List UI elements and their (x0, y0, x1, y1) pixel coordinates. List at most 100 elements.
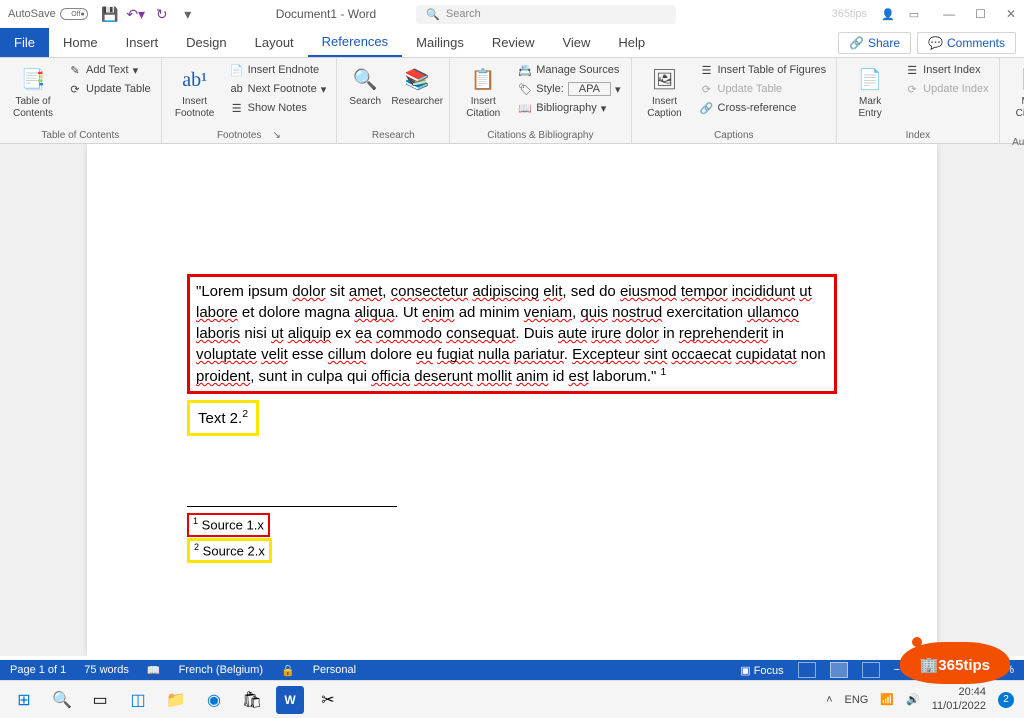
update-tof-icon: ⟳ (700, 82, 714, 96)
update-index-icon: ⟳ (905, 82, 919, 96)
page[interactable]: "Lorem ipsum dolor sit amet, consectetur… (87, 144, 937, 656)
word-icon[interactable]: W (276, 686, 304, 714)
start-icon[interactable]: ⊞ (10, 686, 38, 714)
explorer-icon[interactable]: 📁 (162, 686, 190, 714)
footnote-2[interactable]: 2 Source 2.x (187, 538, 272, 564)
tab-help[interactable]: Help (604, 28, 659, 57)
group-authorities: 📄Mark Citation ☰ Table of Authoriti... ⌃ (1000, 58, 1024, 143)
paragraph-2[interactable]: Text 2.2 (187, 400, 259, 436)
tab-design[interactable]: Design (172, 28, 240, 57)
proofing-icon[interactable]: 📖 (147, 664, 161, 677)
edge-icon[interactable]: ◉ (200, 686, 228, 714)
tab-layout[interactable]: Layout (241, 28, 308, 57)
next-footnote-icon: ab (230, 82, 244, 96)
tab-references[interactable]: References (308, 28, 402, 57)
toc-button[interactable]: 📑Table of Contents (6, 62, 60, 124)
document-area[interactable]: "Lorem ipsum dolor sit amet, consectetur… (0, 144, 1024, 656)
ribbon-mode-icon[interactable]: ▭ (909, 8, 919, 21)
focus-button[interactable]: ▣ Focus (740, 664, 783, 677)
minimize-icon[interactable]: — (943, 7, 955, 21)
overlay-brand: 365tips (832, 8, 867, 20)
cross-ref-icon: 🔗 (700, 101, 714, 115)
undo-icon[interactable]: ↶▾ (128, 6, 144, 22)
tab-review[interactable]: Review (478, 28, 549, 57)
notifications-badge[interactable]: 2 (998, 692, 1014, 708)
insert-index-button[interactable]: ☰Insert Index (901, 62, 992, 78)
mark-citation-button[interactable]: 📄Mark Citation (1006, 62, 1024, 124)
volume-icon[interactable]: 🔊 (906, 693, 920, 706)
show-notes-button[interactable]: ☰Show Notes (226, 100, 331, 116)
web-layout-icon[interactable] (862, 662, 880, 678)
tab-view[interactable]: View (548, 28, 604, 57)
mark-entry-icon: 📄 (856, 66, 884, 94)
mark-entry-button[interactable]: 📄Mark Entry (843, 62, 897, 124)
status-words[interactable]: 75 words (84, 664, 129, 676)
comments-button[interactable]: 💬 Comments (917, 32, 1016, 54)
qat-more-icon[interactable]: ▾ (180, 6, 196, 22)
tray-chevron-icon[interactable]: ˄ (826, 694, 832, 706)
print-layout-icon[interactable] (830, 662, 848, 678)
footnote-separator (187, 506, 397, 507)
clock[interactable]: 20:44 11/01/2022 (932, 686, 986, 712)
status-page[interactable]: Page 1 of 1 (10, 664, 66, 676)
widgets-icon[interactable]: ◫ (124, 686, 152, 714)
toc-icon: 📑 (19, 66, 47, 94)
search-placeholder: Search (446, 8, 481, 20)
update-table-button[interactable]: ⟳Update Table (64, 81, 155, 97)
statusbar: Page 1 of 1 75 words 📖 French (Belgium) … (0, 660, 1024, 680)
read-mode-icon[interactable] (798, 662, 816, 678)
group-label-captions: Captions (638, 128, 831, 143)
update-icon: ⟳ (68, 82, 82, 96)
researcher-icon: 📚 (403, 66, 431, 94)
citation-style-select[interactable]: 🏷Style: APA ▾ (514, 81, 624, 97)
status-language[interactable]: French (Belgium) (179, 664, 263, 676)
insert-caption-button[interactable]: 🖼Insert Caption (638, 62, 692, 124)
snip-icon[interactable]: ✂ (314, 686, 342, 714)
brand-badge: 🏢365tips (900, 642, 1010, 684)
footnote-icon: ab¹ (181, 66, 209, 94)
insert-endnote-button[interactable]: 📄Insert Endnote (226, 62, 331, 78)
tab-insert[interactable]: Insert (112, 28, 173, 57)
share-button[interactable]: 🔗 Share (838, 32, 911, 54)
research-search-icon: 🔍 (351, 66, 379, 94)
task-view-icon[interactable]: ▭ (86, 686, 114, 714)
quick-access-toolbar: 💾 ↶▾ ↻ ▾ (102, 6, 196, 22)
privacy-icon[interactable]: 🔒 (281, 664, 295, 677)
account-icon[interactable]: 👤 (881, 8, 895, 21)
store-icon[interactable]: 🛍 (238, 686, 266, 714)
style-icon: 🏷 (518, 82, 532, 96)
insert-footnote-button[interactable]: ab¹Insert Footnote (168, 62, 222, 124)
footnote-1[interactable]: 1 Source 1.x (187, 513, 270, 537)
cross-reference-button[interactable]: 🔗Cross-reference (696, 100, 831, 116)
add-text-button[interactable]: ✎Add Text ▾ (64, 62, 155, 78)
manage-sources-button[interactable]: 📇Manage Sources (514, 62, 624, 78)
group-captions: 🖼Insert Caption ☰Insert Table of Figures… (632, 58, 838, 143)
language-indicator[interactable]: ENG (845, 694, 869, 706)
status-personal[interactable]: Personal (313, 664, 356, 676)
close-icon[interactable]: ✕ (1006, 7, 1016, 21)
tab-file[interactable]: File (0, 28, 49, 57)
bibliography-button[interactable]: 📖Bibliography ▾ (514, 100, 624, 116)
redo-icon[interactable]: ↻ (154, 6, 170, 22)
next-footnote-button[interactable]: abNext Footnote ▾ (226, 81, 331, 97)
taskbar-search-icon[interactable]: 🔍 (48, 686, 76, 714)
wifi-icon[interactable]: 📶 (880, 693, 894, 706)
insert-tof-button[interactable]: ☰Insert Table of Figures (696, 62, 831, 78)
researcher-button[interactable]: 📚Researcher (391, 62, 443, 112)
tof-icon: ☰ (700, 63, 714, 77)
search-input[interactable]: 🔍 Search (416, 5, 676, 24)
tab-home[interactable]: Home (49, 28, 112, 57)
tab-mailings[interactable]: Mailings (402, 28, 478, 57)
search-button[interactable]: 🔍Search (343, 62, 387, 112)
paragraph-1[interactable]: "Lorem ipsum dolor sit amet, consectetur… (187, 274, 837, 394)
insert-citation-button[interactable]: 📋Insert Citation (456, 62, 510, 124)
ribbon-tabs: File Home Insert Design Layout Reference… (0, 28, 1024, 58)
maximize-icon[interactable]: ☐ (975, 7, 986, 21)
endnote-icon: 📄 (230, 63, 244, 77)
mark-citation-icon: 📄 (1019, 66, 1024, 94)
toggle-switch[interactable]: Off ● (60, 8, 88, 20)
caption-icon: 🖼 (651, 66, 679, 94)
save-icon[interactable]: 💾 (102, 6, 118, 22)
show-notes-icon: ☰ (230, 101, 244, 115)
autosave-toggle[interactable]: AutoSave Off ● (8, 8, 88, 20)
